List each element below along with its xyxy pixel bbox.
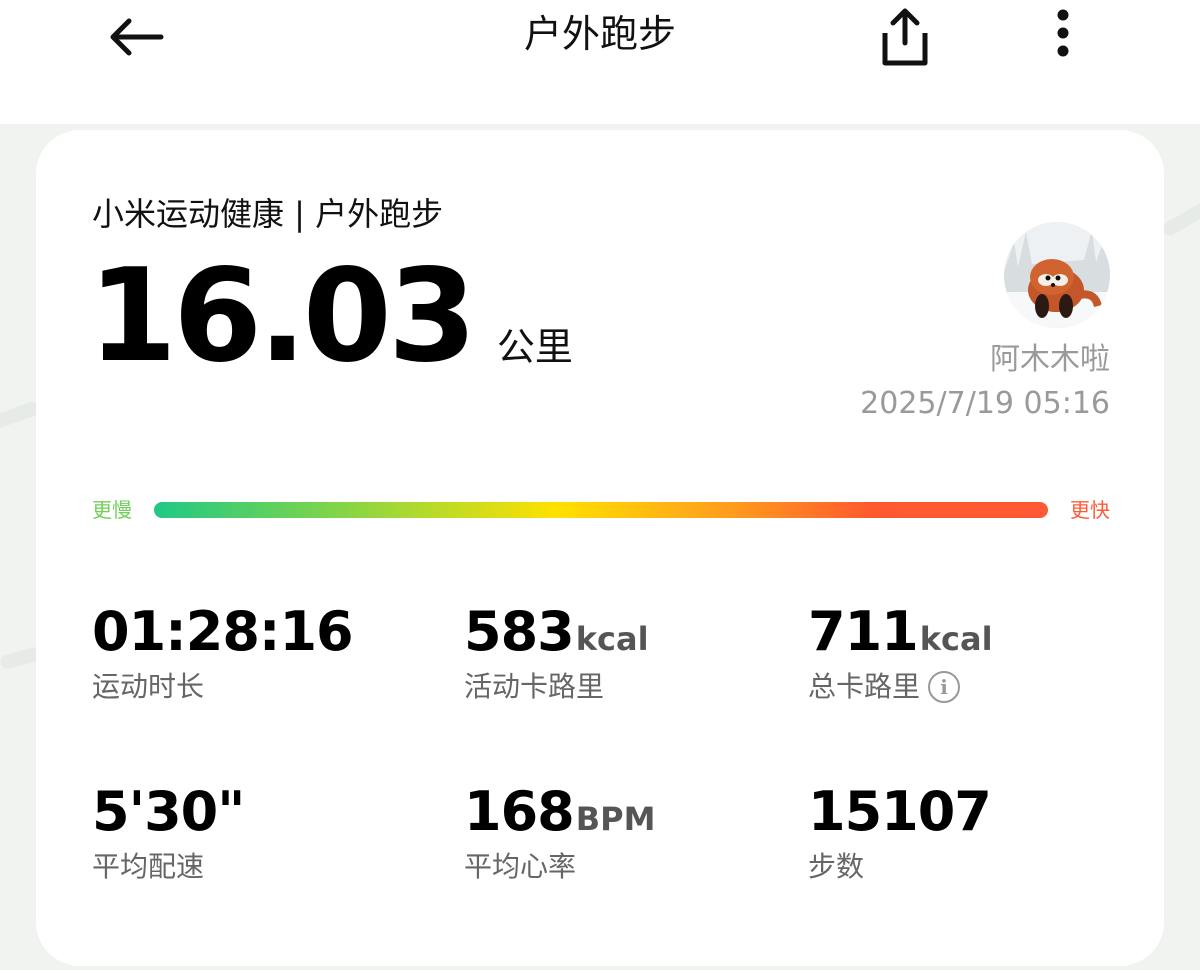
stat-label: 平均配速: [92, 850, 205, 883]
stat-label: 运动时长: [92, 670, 205, 703]
stat-label: 步数: [808, 850, 865, 883]
top-bar: 户外跑步: [0, 0, 1200, 124]
pace-scale: 更慢 更快: [92, 496, 1110, 524]
stat-unit: BPM: [575, 800, 656, 838]
stat-duration: 01:28:16 运动时长: [92, 600, 422, 706]
faster-label: 更快: [1070, 498, 1110, 522]
stat-label: 总卡路里: [808, 670, 921, 703]
share-icon: [882, 8, 928, 66]
more-button[interactable]: [1008, 0, 1118, 92]
stat-value: 583: [464, 600, 575, 663]
more-vertical-icon: [1057, 9, 1069, 57]
stat-avg-heart-rate: 168 BPM 平均心率: [464, 780, 794, 886]
avatar[interactable]: [1004, 222, 1110, 328]
distance-value: 16.03: [88, 242, 477, 391]
stat-unit: kcal: [919, 620, 993, 658]
distance-unit: 公里: [496, 325, 573, 369]
stat-label: 平均心率: [464, 850, 577, 883]
workout-summary-card: 小米运动健康 | 户外跑步 16.03 公里 阿木木啦 2025/7/19 05…: [36, 130, 1164, 966]
stat-label-row: 总卡路里 i: [808, 668, 1138, 706]
pace-gradient-bar: [154, 502, 1048, 518]
stat-avg-pace: 5'30" 平均配速: [92, 780, 422, 886]
workout-datetime: 2025/7/19 05:16: [860, 386, 1110, 421]
stat-value: 15107: [808, 780, 992, 843]
stat-value: 168: [464, 780, 575, 843]
stat-label: 活动卡路里: [464, 670, 605, 703]
stat-value: 711: [808, 600, 919, 663]
stat-steps: 15107 步数: [808, 780, 1138, 886]
stat-value: 5'30": [92, 780, 245, 843]
stat-active-calories: 583 kcal 活动卡路里: [464, 600, 794, 706]
distance-block: 16.03 公里: [88, 252, 573, 382]
user-name: 阿木木啦: [990, 342, 1110, 377]
red-panda-avatar-image: [1004, 222, 1110, 328]
info-icon[interactable]: i: [928, 671, 961, 703]
brand-line: 小米运动健康 | 户外跑步: [92, 195, 444, 233]
stat-unit: kcal: [575, 620, 649, 658]
stat-total-calories: 711 kcal 总卡路里 i: [808, 600, 1138, 706]
slower-label: 更慢: [92, 498, 132, 522]
stat-value: 01:28:16: [92, 600, 354, 663]
share-button[interactable]: [850, 0, 960, 92]
